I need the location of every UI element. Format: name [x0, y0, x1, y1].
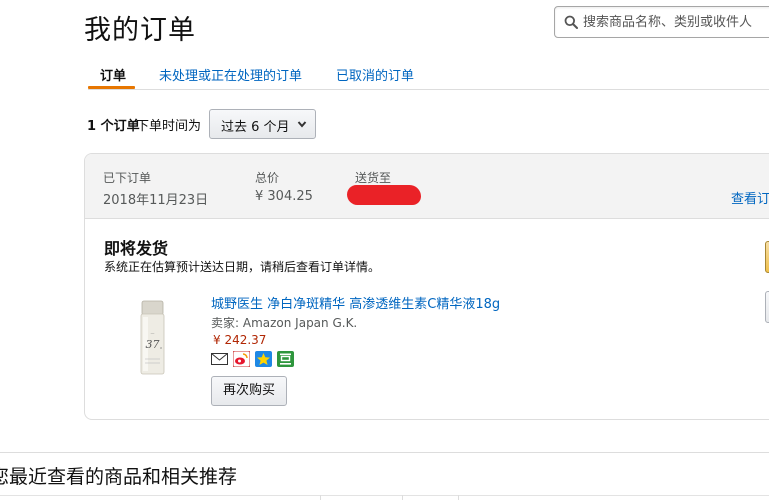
- tab-cancelled-orders[interactable]: 已取消的订单: [336, 65, 414, 84]
- redacted-recipient: [347, 185, 421, 205]
- recent-items-heading: 您最近查看的商品和相关推荐: [0, 466, 238, 488]
- ship-to: 送货至: [355, 169, 391, 186]
- order-action-button[interactable]: [765, 291, 769, 323]
- active-tab-indicator: [88, 86, 135, 89]
- order-placed-label: 已下订单: [103, 171, 152, 185]
- email-icon[interactable]: [211, 351, 228, 367]
- view-order-details-link[interactable]: 查看订: [731, 188, 769, 207]
- order-total-label: 总价: [255, 171, 280, 185]
- section-divider: [0, 452, 769, 453]
- ship-to-label: 送货至: [355, 171, 392, 185]
- carousel-separator: [320, 495, 321, 500]
- page-title: 我的订单: [84, 15, 196, 46]
- product-title-link[interactable]: 城野医生 净白净斑精华 高渗透维生素C精华液18g: [211, 293, 500, 312]
- carousel-separator: [458, 495, 459, 500]
- order-tabs: 订单 未处理或正在处理的订单 已取消的订单: [88, 58, 769, 90]
- recent-items-divider: [0, 495, 769, 496]
- qzone-icon[interactable]: [255, 351, 272, 367]
- douban-icon[interactable]: [277, 351, 294, 367]
- track-package-button[interactable]: [765, 241, 769, 273]
- order-total: 总价 ¥ 304.25: [255, 169, 313, 204]
- order-card: 已下订单 2018年11月23日 总价 ¥ 304.25 送货至 查看订 即将发…: [84, 153, 769, 420]
- weibo-icon[interactable]: [232, 350, 251, 368]
- order-search[interactable]: [554, 6, 769, 38]
- order-placed-date: 2018年11月23日: [103, 193, 209, 208]
- carousel-separator: [402, 495, 403, 500]
- tab-orders[interactable]: 订单: [100, 65, 126, 84]
- svg-text:—: —: [151, 331, 155, 336]
- shipment-status-description: 系统正在估算预计送达日期，请稍后查看订单详情。: [104, 260, 381, 274]
- order-placed: 已下订单 2018年11月23日: [103, 169, 208, 208]
- search-icon: [564, 15, 578, 29]
- order-total-value: ¥ 304.25: [255, 189, 313, 204]
- filter-label: 下单时间为: [136, 119, 202, 134]
- svg-text:37: 37: [146, 338, 160, 351]
- time-range-dropdown[interactable]: 过去 6 个月: [209, 109, 316, 139]
- search-input[interactable]: [583, 12, 769, 32]
- product-image[interactable]: — 37 °: [130, 299, 175, 377]
- tab-open-orders[interactable]: 未处理或正在处理的订单: [159, 65, 302, 84]
- time-range-value: 过去 6 个月: [221, 120, 290, 135]
- item-price: ¥ 242.37: [213, 333, 267, 347]
- order-count: 1 个订单: [87, 119, 140, 134]
- chevron-down-icon: [297, 121, 307, 128]
- buy-again-button[interactable]: 再次购买: [211, 376, 287, 406]
- shipment-status-title: 即将发货: [104, 239, 169, 258]
- order-header: 已下订单 2018年11月23日 总价 ¥ 304.25 送货至 查看订: [85, 154, 769, 219]
- seller-name: 卖家: Amazon Japan G.K.: [211, 316, 358, 330]
